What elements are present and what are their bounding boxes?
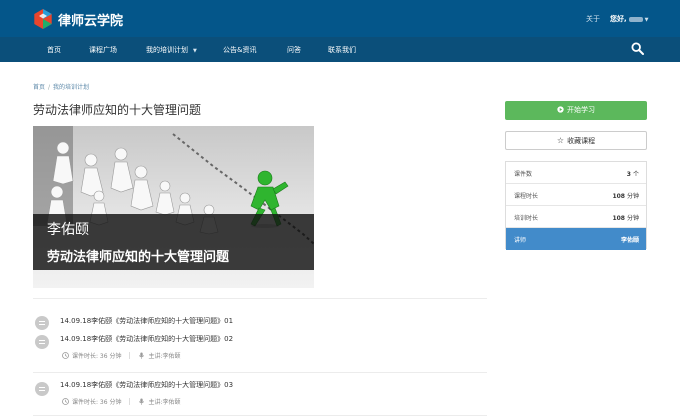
info-value: 李佑颐 bbox=[620, 237, 639, 244]
breadcrumb-home[interactable]: 首页 bbox=[33, 84, 45, 91]
info-unit: 分钟 bbox=[626, 215, 639, 222]
nav-item-course-plaza[interactable]: 课程广场 bbox=[89, 45, 117, 55]
clock-icon bbox=[62, 352, 69, 359]
list-circle-icon bbox=[35, 382, 49, 396]
play-circle-icon bbox=[557, 106, 564, 113]
info-value-number: 108 bbox=[612, 193, 625, 200]
lesson-duration: 课件时长: 36 分钟 bbox=[72, 399, 122, 406]
chevron-down-icon: ▼ bbox=[644, 17, 649, 23]
microphone-icon bbox=[139, 352, 145, 359]
breadcrumb-current[interactable]: 我的培训计划 bbox=[53, 84, 89, 91]
breadcrumb-separator: / bbox=[48, 84, 51, 91]
lesson-title-3[interactable]: 14.09.18李佑颐《劳动法律师应知的十大管理问题》03 bbox=[60, 380, 233, 390]
favorite-course-button[interactable]: ☆ 收藏课程 bbox=[505, 131, 647, 150]
nav-item-contact[interactable]: 联系我们 bbox=[328, 45, 356, 55]
divider bbox=[33, 298, 487, 299]
page-title: 劳动法律师应知的十大管理问题 bbox=[33, 103, 202, 117]
course-info-panel: 课件数 3个 课程时长 108 分钟 培训时长 108 分钟 讲师 李佑颐 bbox=[505, 161, 647, 250]
meta-separator bbox=[129, 398, 131, 405]
info-value: 108 分钟 bbox=[612, 191, 639, 200]
user-greeting[interactable]: 您好, ▼ bbox=[610, 14, 649, 24]
chevron-down-icon: ▼ bbox=[193, 48, 197, 54]
about-link[interactable]: 关于 bbox=[586, 14, 600, 24]
breadcrumb: 首页 / 我的培训计划 bbox=[33, 82, 89, 91]
start-learning-label: 开始学习 bbox=[567, 106, 595, 114]
favorite-course-label: 收藏课程 bbox=[567, 137, 596, 145]
info-row-course-duration: 课程时长 108 分钟 bbox=[506, 184, 646, 206]
username-masked bbox=[628, 16, 643, 22]
logo-icon[interactable] bbox=[33, 9, 53, 29]
info-value: 108 分钟 bbox=[612, 213, 639, 222]
star-outline-icon: ☆ bbox=[556, 136, 565, 145]
info-unit: 个 bbox=[632, 171, 639, 178]
info-value-number: 3 bbox=[626, 171, 631, 178]
banner-course-title: 劳动法律师应知的十大管理问题 bbox=[47, 250, 230, 265]
lesson-title-2[interactable]: 14.09.18李佑颐《劳动法律师应知的十大管理问题》02 bbox=[60, 334, 233, 344]
search-icon[interactable] bbox=[631, 42, 644, 55]
lesson-lecturer: 主讲:李佑颐 bbox=[148, 353, 181, 360]
lesson-duration: 课件时长: 36 分钟 bbox=[72, 353, 122, 360]
divider bbox=[33, 415, 487, 416]
info-label: 培训时长 bbox=[514, 215, 539, 222]
info-row-training-duration: 培训时长 108 分钟 bbox=[506, 206, 646, 228]
microphone-icon bbox=[139, 398, 145, 405]
greeting-text: 您好, bbox=[610, 15, 627, 23]
info-value: 3个 bbox=[627, 169, 639, 178]
nav-item-label: 我的培训计划 bbox=[146, 46, 188, 54]
lesson-lecturer: 主讲:李佑颐 bbox=[148, 399, 181, 406]
list-circle-icon bbox=[35, 335, 49, 349]
banner-teacher-name: 李佑颐 bbox=[47, 222, 89, 238]
info-label: 讲师 bbox=[514, 237, 527, 244]
site-brand[interactable]: 律师云学院 bbox=[58, 10, 123, 29]
nav-item-qa[interactable]: 问答 bbox=[287, 45, 301, 55]
info-label: 课程时长 bbox=[514, 193, 539, 200]
divider bbox=[33, 372, 487, 373]
info-unit: 分钟 bbox=[626, 193, 639, 200]
nav-item-announcements[interactable]: 公告&资讯 bbox=[223, 45, 256, 55]
lesson-meta-3: 课件时长: 36 分钟 主讲:李佑颐 bbox=[62, 397, 181, 406]
info-label: 课件数 bbox=[514, 171, 533, 178]
lesson-title-1[interactable]: 14.09.18李佑颐《劳动法律师应知的十大管理问题》01 bbox=[60, 316, 233, 326]
info-row-lecturer[interactable]: 讲师 李佑颐 bbox=[506, 228, 646, 250]
start-learning-button[interactable]: 开始学习 bbox=[505, 101, 647, 120]
clock-icon bbox=[62, 398, 69, 405]
nav-item-home[interactable]: 首页 bbox=[47, 45, 61, 55]
lesson-meta-2: 课件时长: 36 分钟 主讲:李佑颐 bbox=[62, 351, 181, 360]
info-row-lesson-count: 课件数 3个 bbox=[506, 162, 646, 184]
nav-item-my-training-plan[interactable]: 我的培训计划 ▼ bbox=[146, 45, 197, 55]
list-circle-icon bbox=[35, 316, 49, 330]
info-value-number: 108 bbox=[612, 215, 625, 222]
meta-separator bbox=[129, 352, 131, 359]
